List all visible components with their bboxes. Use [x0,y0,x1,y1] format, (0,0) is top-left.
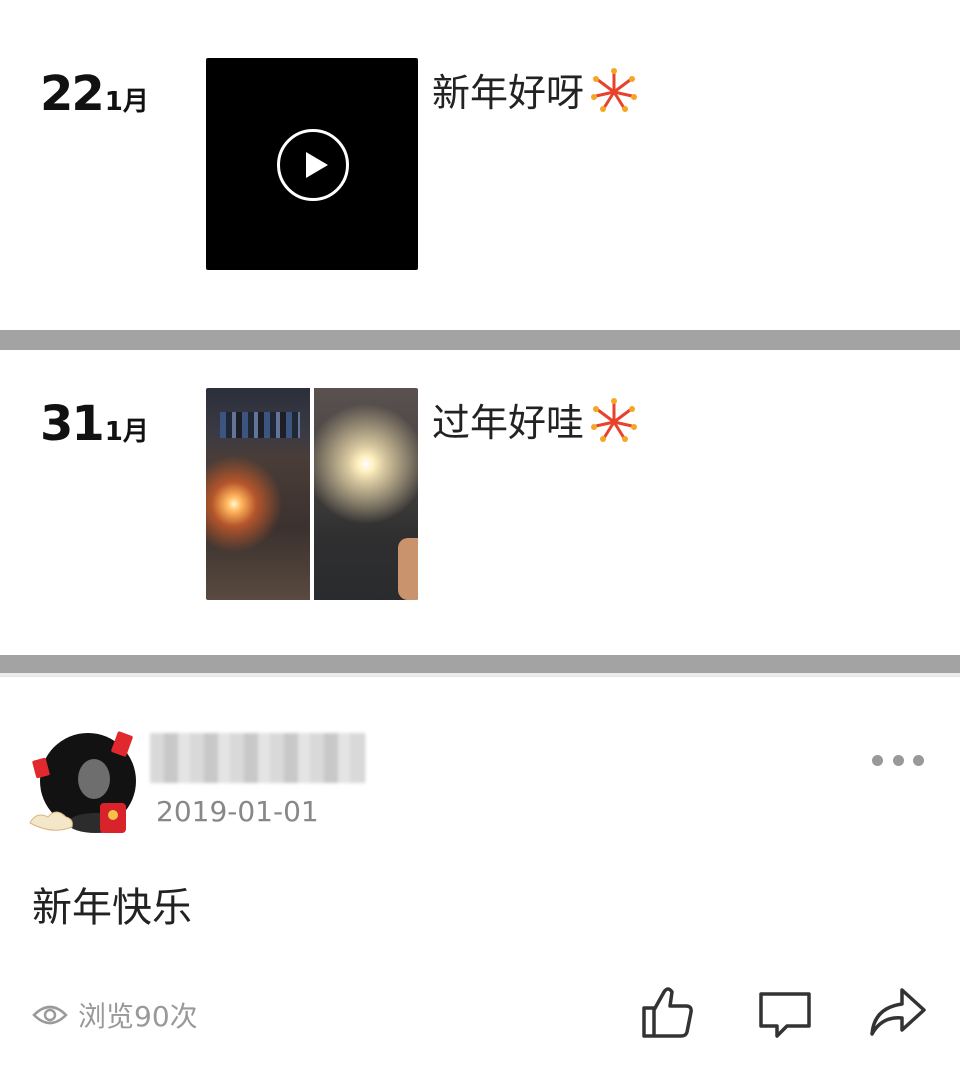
timeline-post: 31 1月 过年好哇 [0,350,960,655]
post-day: 31 [40,396,105,452]
view-count-text: 浏览90次 [78,1000,198,1033]
eye-icon [32,1005,68,1025]
share-icon[interactable] [868,982,928,1042]
post-date: 31 1月 [40,396,149,452]
post-caption: 新年好呀 [432,62,638,117]
fireworks-icon [591,397,638,442]
post-date: 22 1月 [40,66,149,122]
photo-thumbnails[interactable] [206,388,418,600]
avatar[interactable] [28,731,138,841]
post-day: 22 [40,66,105,122]
play-icon[interactable] [277,129,349,201]
separator [0,655,960,673]
fireworks-icon [591,67,638,112]
separator [0,330,960,350]
video-thumbnail[interactable] [206,58,418,270]
dot-icon [872,754,883,766]
post-date: 2019-01-01 [156,795,319,828]
comment-icon[interactable] [755,982,815,1042]
more-options-button[interactable] [872,745,924,775]
post-content: 新年快乐 [32,885,192,931]
post-caption: 过年好哇 [432,392,638,447]
dot-icon [913,754,924,766]
photo-sparkler-2[interactable] [314,388,418,600]
like-icon[interactable] [638,982,698,1042]
dot-icon [892,754,904,766]
view-count: 浏览90次 [32,995,198,1035]
username[interactable] [150,733,365,783]
post-month: 1月 [104,87,149,117]
post-caption-text: 过年好哇 [432,401,585,445]
timeline-post: 22 1月 新年好呀 [0,0,960,330]
post-caption-text: 新年好呀 [432,71,585,115]
post-month: 1月 [104,417,149,447]
photo-sparkler-1[interactable] [206,388,310,600]
post-card: 2019-01-01 新年快乐 浏览90次 [0,676,960,1078]
